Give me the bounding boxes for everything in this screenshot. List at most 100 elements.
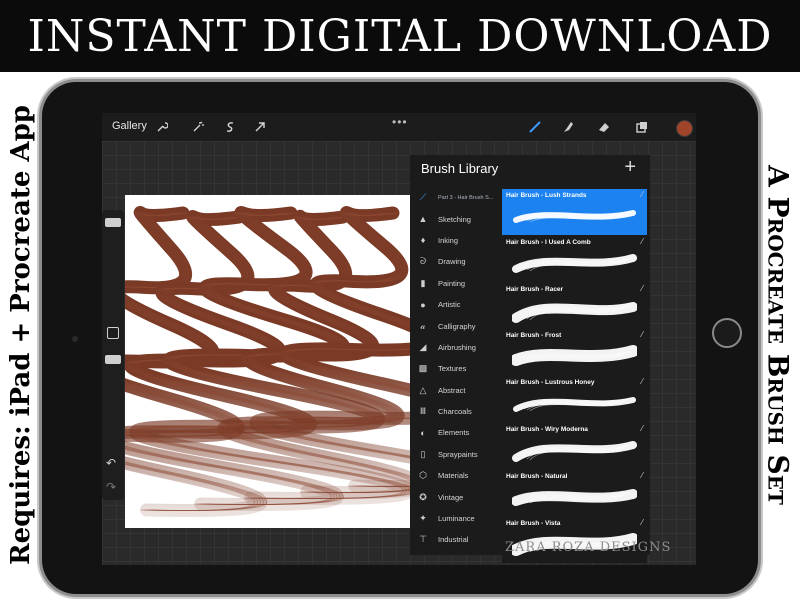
brush-name: Hair Brush - Frost xyxy=(506,332,562,340)
brush-name: Hair Brush - Wiry Moderna xyxy=(506,426,588,433)
pencil-icon: ▲ xyxy=(418,214,428,225)
opacity-slider-handle[interactable] xyxy=(105,355,121,364)
brush-size-slider-handle[interactable] xyxy=(105,218,121,227)
category-item[interactable]: ♦ Inking xyxy=(410,230,500,251)
gallery-button[interactable]: Gallery xyxy=(112,120,147,132)
modify-button[interactable] xyxy=(107,327,119,339)
star-badge-icon: ✪ xyxy=(419,491,427,502)
cube-icon: ⬡ xyxy=(419,470,427,481)
left-sidebar: ↶ ↷ xyxy=(102,210,124,500)
category-item[interactable]: ⟋ Part 3 - Hair Brush S... xyxy=(410,187,500,208)
category-label: Elements xyxy=(438,428,470,438)
category-item[interactable]: ● Artistic xyxy=(410,294,500,315)
brush-name: Hair Brush - I Used A Comb xyxy=(506,238,591,246)
category-item[interactable]: ✦ Luminance xyxy=(410,508,500,529)
category-label: Abstract xyxy=(438,385,466,395)
category-item[interactable]: △ Abstract xyxy=(410,380,500,401)
brush-edit-icon[interactable]: ⁄ xyxy=(642,284,643,293)
brush-item[interactable]: Hair Brush - Racer ⁄ xyxy=(502,282,647,329)
brush-name: Hair Brush - Vista xyxy=(506,519,561,527)
wrench-icon[interactable] xyxy=(154,119,170,135)
color-picker-swatch[interactable] xyxy=(676,120,693,137)
brush-stroke-preview xyxy=(512,345,637,367)
brush-item[interactable]: Hair Brush - I Used A Comb ⁄ xyxy=(502,235,647,282)
category-label: Charcoals xyxy=(438,407,472,417)
undo-icon[interactable]: ↶ xyxy=(106,456,116,470)
brush-edit-icon[interactable]: ⁄ xyxy=(642,330,643,339)
category-item[interactable]: ▲ Sketching xyxy=(410,208,500,229)
triangle-icon: △ xyxy=(419,384,427,395)
banner-title: INSTANT DIGITAL DOWNLOAD xyxy=(27,10,773,62)
charcoal-icon: Ⅲ xyxy=(419,406,427,417)
layers-icon[interactable] xyxy=(634,119,650,135)
squiggle-icon: ᘐ xyxy=(419,256,427,267)
category-item[interactable]: ◐ Elements xyxy=(410,422,500,443)
redo-icon[interactable]: ↷ xyxy=(106,480,116,494)
magic-wand-icon[interactable] xyxy=(190,119,206,135)
brush-item[interactable]: Hair Brush - Frost ⁄ xyxy=(502,329,647,376)
transform-arrow-icon[interactable] xyxy=(252,119,268,135)
brush-stroke-icon: ⟋ xyxy=(419,192,427,203)
watermark: ZARA ROZA DESIGNS xyxy=(505,540,672,555)
category-label: Inking xyxy=(438,235,459,245)
top-banner: INSTANT DIGITAL DOWNLOAD xyxy=(0,0,800,72)
category-item[interactable]: ◢ Airbrushing xyxy=(410,337,500,358)
brush-stroke-preview xyxy=(513,210,636,223)
calligraphy-icon: 𝒶 xyxy=(420,320,426,331)
category-label: Airbrushing xyxy=(438,342,476,352)
requirements-text: Requires: iPad + Procreate App xyxy=(6,105,36,565)
category-item[interactable]: ▯ Spraypaints xyxy=(410,444,500,465)
brush-list: Hair Brush - Lush Strands ⁄ Hair Brush - I… xyxy=(502,189,647,563)
yin-yang-icon: ◐ xyxy=(420,427,426,438)
home-button[interactable] xyxy=(712,318,742,348)
brush-stroke-preview xyxy=(512,488,637,506)
brush-edit-icon[interactable]: ⁄ xyxy=(642,190,643,199)
smudge-icon[interactable] xyxy=(560,119,576,135)
drawing-canvas[interactable] xyxy=(57,195,498,528)
brush-edit-icon[interactable]: ⁄ xyxy=(642,237,643,246)
category-item[interactable]: ▩ Textures xyxy=(410,358,500,379)
eraser-icon[interactable] xyxy=(596,119,612,135)
category-label: Artistic xyxy=(438,300,461,310)
category-item[interactable]: ▮ Painting xyxy=(410,273,500,294)
brush-stroke-preview xyxy=(512,441,637,462)
front-camera xyxy=(72,336,78,342)
brush-edit-icon[interactable]: ⁄ xyxy=(642,518,643,527)
category-item[interactable]: 𝒶 Calligraphy xyxy=(410,315,500,336)
brush-item[interactable]: Hair Brush - Lustrous Honey ⁄ xyxy=(502,376,647,423)
product-title-text: A Procreate Brush Set xyxy=(761,165,795,505)
airbrush-icon: ◢ xyxy=(419,341,427,352)
brush-edit-icon[interactable]: ⁄ xyxy=(642,377,643,386)
brush-name: Hair Brush - Lush Strands xyxy=(506,192,587,199)
brush-edit-icon[interactable]: ⁄ xyxy=(642,424,643,433)
brush-stroke-preview xyxy=(512,301,637,323)
brush-stroke-preview xyxy=(513,397,636,413)
category-label: Part 3 - Hair Brush S... xyxy=(438,194,494,201)
category-label: Materials xyxy=(438,471,469,481)
brush-item[interactable]: Hair Brush - Natural ⁄ xyxy=(502,469,647,516)
selection-icon[interactable] xyxy=(222,119,238,135)
category-label: Textures xyxy=(438,364,467,374)
brush-edit-icon[interactable]: ⁄ xyxy=(642,471,643,480)
category-item[interactable]: ⬡ Materials xyxy=(410,465,500,486)
category-label: Industrial xyxy=(438,535,469,545)
brush-name: Hair Brush - Racer xyxy=(506,285,564,293)
category-item[interactable]: Ⅲ Charcoals xyxy=(410,401,500,422)
brush-category-list: ⟋ Part 3 - Hair Brush S... ▲ Sketching ♦ Inki… xyxy=(410,187,500,551)
more-dots[interactable]: ••• xyxy=(392,115,408,129)
category-label: Luminance xyxy=(438,514,475,524)
brush-library-panel: Brush Library + ⟋ Part 3 - Hair Brush S..… xyxy=(410,155,650,563)
add-brush-button[interactable]: + xyxy=(624,156,636,179)
category-label: Drawing xyxy=(438,257,466,267)
brush-stroke-preview xyxy=(512,253,637,273)
right-vertical-caption: A Procreate Brush Set xyxy=(758,80,798,590)
category-item[interactable]: ✪ Vintage xyxy=(410,486,500,507)
brush-icon[interactable] xyxy=(527,119,543,135)
brush-item[interactable]: Hair Brush - Wiry Moderna ⁄ xyxy=(502,423,647,469)
category-item[interactable]: ᘐ Drawing xyxy=(410,251,500,272)
brush-item[interactable]: Hair Brush - Lush Strands ⁄ xyxy=(502,189,647,235)
category-item[interactable]: ⊤ Industrial xyxy=(410,529,500,550)
category-label: Calligraphy xyxy=(438,321,476,331)
ink-drop-icon: ♦ xyxy=(420,235,426,246)
brush-name: Hair Brush - Natural xyxy=(506,472,568,480)
